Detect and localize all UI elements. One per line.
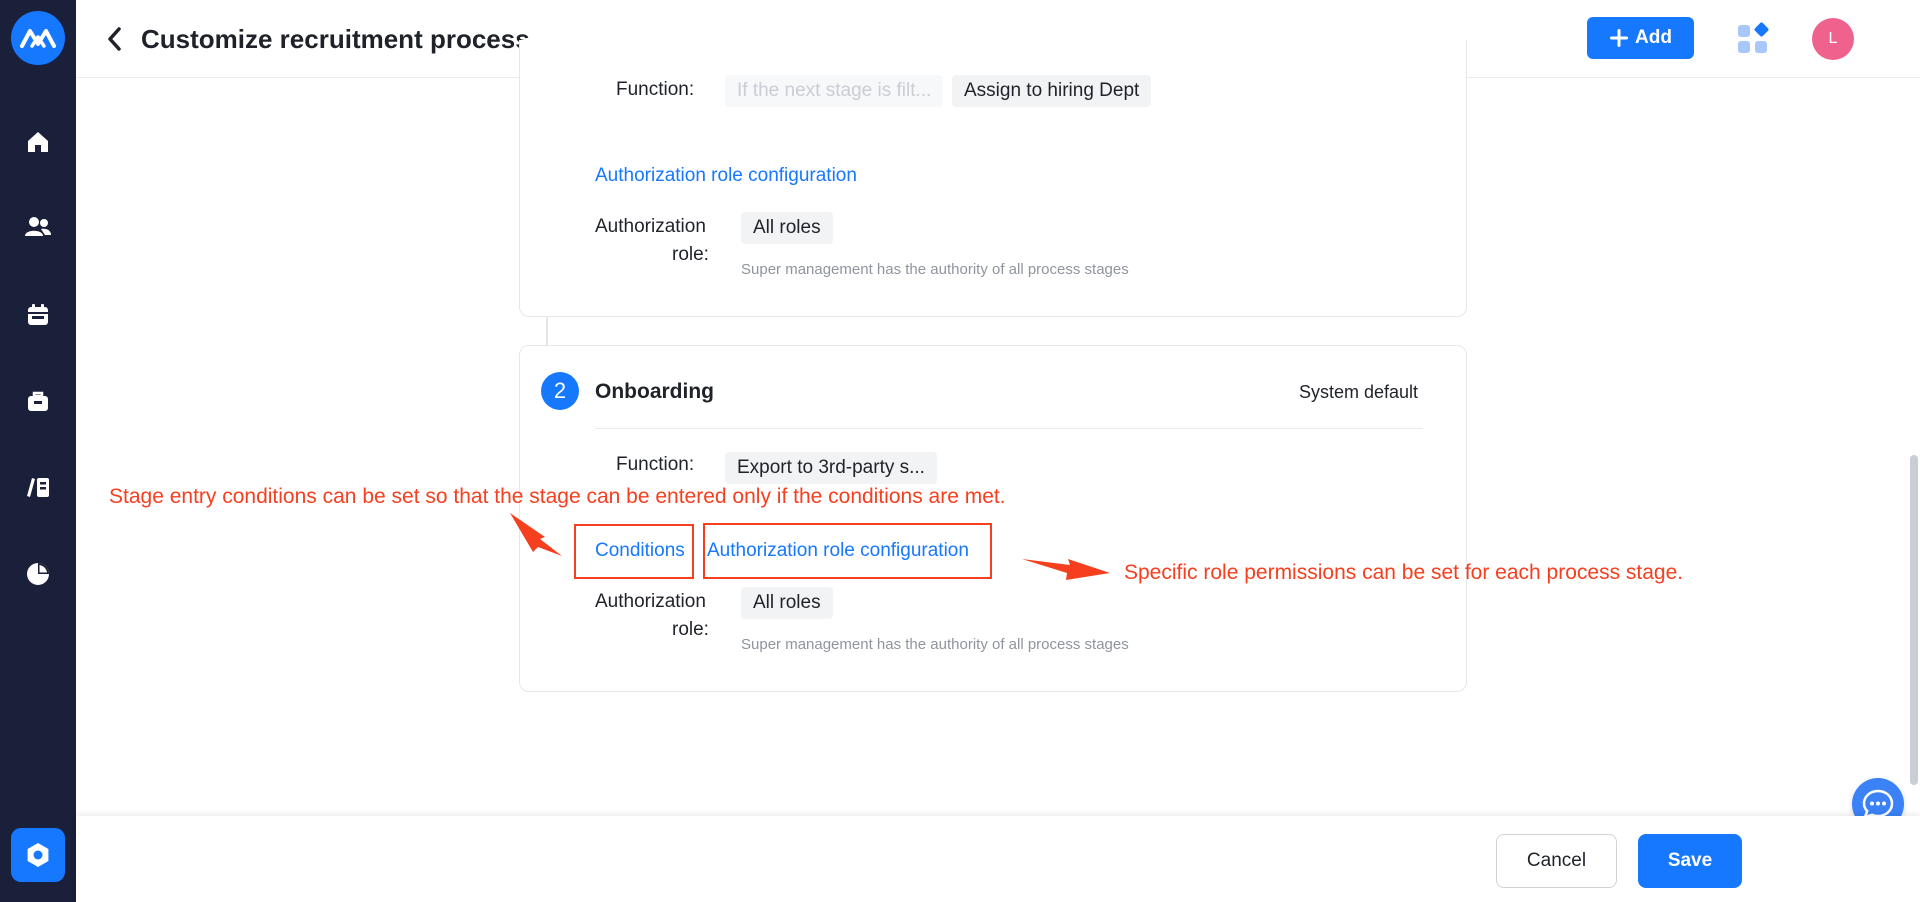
arrow-to-conditions: [510, 513, 562, 556]
cancel-button[interactable]: Cancel: [1496, 834, 1617, 888]
save-button[interactable]: Save: [1638, 834, 1742, 888]
arrow-to-auth: [1022, 559, 1110, 580]
scrollbar-thumb[interactable]: [1910, 455, 1918, 785]
annotation-arrows: [510, 513, 1110, 580]
